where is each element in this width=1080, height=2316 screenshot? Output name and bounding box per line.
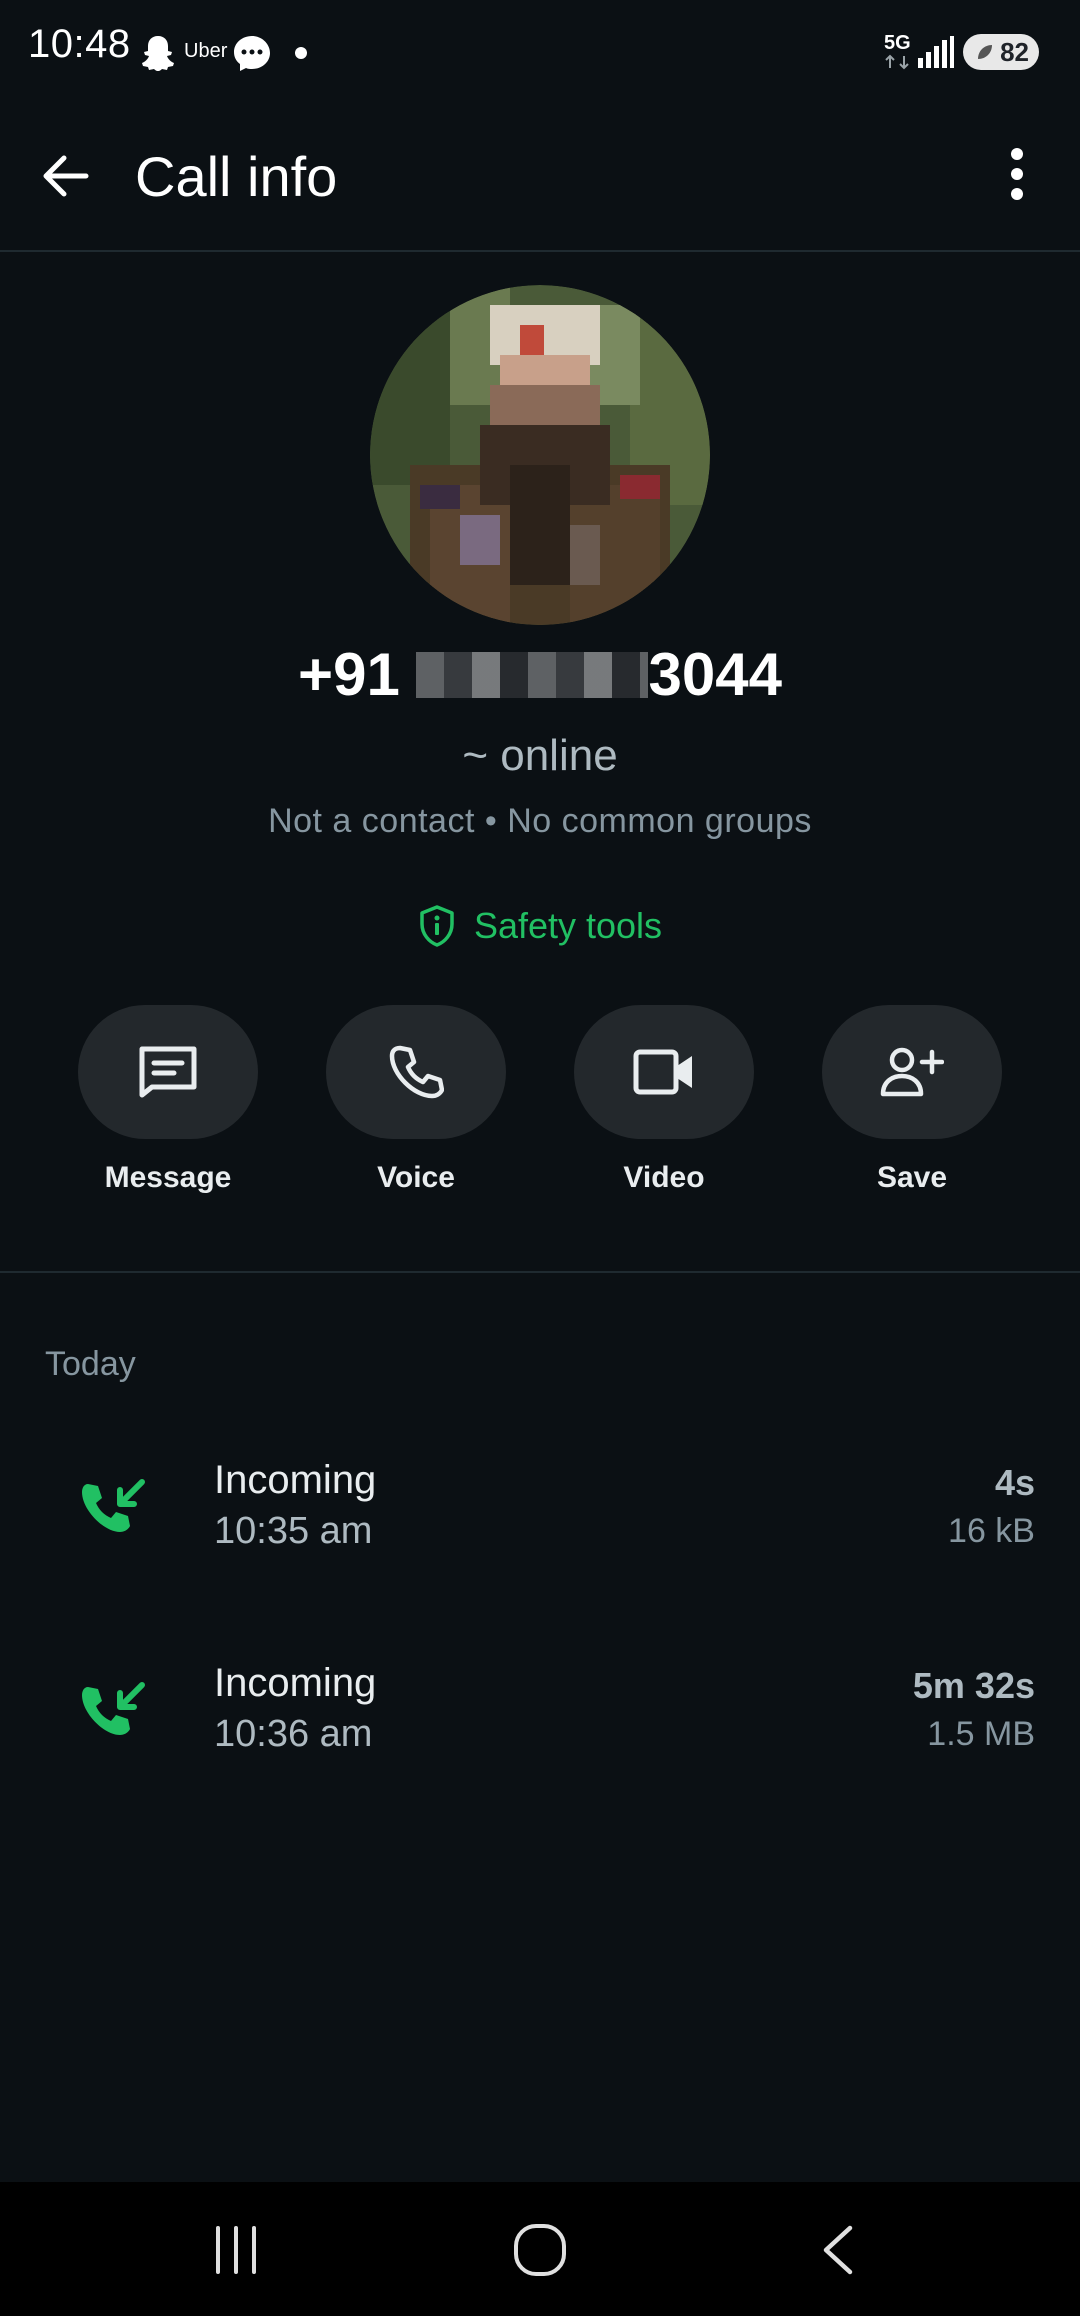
back-arrow-icon[interactable] [38, 148, 94, 204]
message-button-circle[interactable] [78, 1005, 258, 1139]
message-button[interactable]: Message [78, 1005, 258, 1205]
leaf-icon [978, 45, 993, 59]
call-time: 10:36 am [214, 1713, 373, 1755]
contact-meta: Not a contact • No common groups [268, 802, 812, 840]
voice-call-button[interactable]: Voice [326, 1005, 506, 1205]
system-nav-bar [0, 2182, 1080, 2316]
incoming-call-icon [82, 1479, 145, 1532]
video-label: Video [623, 1161, 705, 1194]
network-arrows-icon [885, 54, 909, 70]
status-bar: 10:48 Uber 5G 82 [0, 0, 1080, 100]
add-contact-icon [880, 1047, 944, 1097]
signal-icon [918, 36, 954, 68]
dot-icon [295, 47, 307, 59]
recent-apps-icon[interactable] [212, 2222, 260, 2278]
save-button-circle[interactable] [822, 1005, 1002, 1139]
call-log-row[interactable]: Incoming 10:35 am 4s 16 kB [0, 1448, 1080, 1578]
nav-back-icon[interactable] [818, 2222, 858, 2278]
phone-prefix: +91 [298, 641, 400, 708]
call-duration: 5m 32s [912, 1665, 1035, 1706]
safety-tools-label: Safety tools [473, 905, 663, 946]
video-icon [633, 1049, 692, 1095]
call-data-size: 16 kB [948, 1512, 1035, 1550]
call-duration: 4s [994, 1462, 1035, 1503]
safety-tools-button[interactable]: Safety tools [0, 898, 1080, 954]
phone-suffix: 3044 [648, 641, 782, 708]
online-status: ~ online [462, 731, 618, 780]
battery-indicator: 82 [963, 34, 1039, 70]
video-call-button[interactable]: Video [574, 1005, 754, 1205]
snapchat-icon [142, 36, 174, 71]
save-label: Save [876, 1161, 948, 1194]
app-bar: Call info [0, 100, 1080, 252]
voice-label: Voice [377, 1161, 455, 1194]
save-contact-button[interactable]: Save [822, 1005, 1002, 1205]
action-buttons: Message Voice Video Save [0, 1005, 1080, 1205]
status-time: 10:48 [28, 22, 131, 66]
calls-section-label: Today [45, 1345, 136, 1383]
message-icon [139, 1046, 197, 1098]
contact-avatar[interactable] [370, 285, 710, 625]
home-icon[interactable] [512, 2222, 568, 2278]
page-title: Call info [135, 145, 338, 208]
uber-label: Uber [184, 40, 228, 62]
battery-level: 82 [1000, 36, 1029, 67]
video-button-circle[interactable] [574, 1005, 754, 1139]
incoming-call-icon [82, 1682, 145, 1735]
message-label: Message [104, 1161, 232, 1194]
phone-icon [389, 1045, 444, 1099]
call-type: Incoming [214, 1458, 377, 1502]
phone-number: +91 3044 [0, 640, 1080, 709]
call-type: Incoming [214, 1661, 377, 1705]
call-log-row[interactable]: Incoming 10:36 am 5m 32s 1.5 MB [0, 1651, 1080, 1781]
redacted-number [416, 652, 649, 699]
voice-button-circle[interactable] [326, 1005, 506, 1139]
shield-icon [420, 905, 454, 947]
more-options-icon[interactable] [995, 144, 1039, 204]
call-data-size: 1.5 MB [927, 1715, 1035, 1753]
messenger-icon [234, 36, 270, 71]
section-divider [0, 1271, 1080, 1273]
call-time: 10:35 am [214, 1510, 373, 1552]
network-type: 5G [884, 32, 911, 54]
